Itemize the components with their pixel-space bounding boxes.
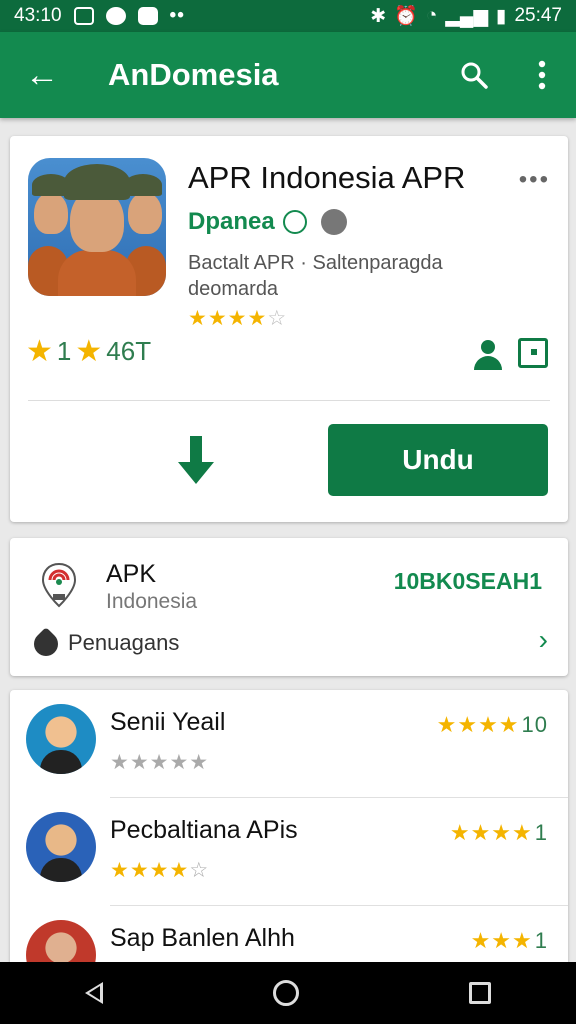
status-bar: 43:10 •• ✱ ⏰ ◔ ▂▄▆ ▮ 25:47 <box>0 0 576 32</box>
chevron-right-icon[interactable]: › <box>539 624 548 656</box>
bluetooth-icon: ✱ <box>370 5 387 27</box>
tag-icon <box>29 627 63 661</box>
notification-icon <box>105 7 126 25</box>
related-list-card: Senii Yeail ★★★★★ ★★★★10 Pecbaltiana APi… <box>10 690 568 980</box>
developer-name: Dpanea <box>188 208 275 235</box>
list-item-rating: ★★★★1 <box>449 820 548 845</box>
overflow-menu-icon[interactable] <box>508 60 576 90</box>
list-item-stars: ★★★★★ <box>110 751 210 774</box>
list-item-name: Pecbaltiana APis <box>110 816 298 844</box>
avatar <box>26 812 96 882</box>
stars-filled: ★★★★ <box>188 307 268 330</box>
tag-label: Penuagans <box>68 630 180 655</box>
nav-recents-icon[interactable] <box>469 982 491 1004</box>
list-item-rating: ★★★1 <box>470 928 548 953</box>
avatar <box>26 704 96 774</box>
more-options-icon[interactable]: ••• <box>519 166 550 194</box>
star-icon: ★ <box>75 335 103 368</box>
system-nav-bar <box>0 962 576 1024</box>
app-star-rating: ★★★★☆ <box>188 306 287 331</box>
app-detail-card: APR Indonesia APR ••• Dpanea Bactalt APR… <box>10 136 568 522</box>
star-icon: ★ <box>26 335 53 368</box>
rating-value: 1 <box>56 336 72 366</box>
rating-count: 46T <box>106 336 152 366</box>
app-icon <box>28 158 166 296</box>
list-item-rating: ★★★★10 <box>436 712 548 737</box>
divider <box>28 400 550 401</box>
list-item-name: Sap Banlen Alhh <box>110 924 295 952</box>
location-pin-icon <box>41 562 77 608</box>
apk-code: 10BK0SEAH1 <box>393 568 542 594</box>
verified-badge-icon <box>282 210 307 234</box>
app-description: Bactalt APR · Saltenparagda deomarda <box>188 250 488 302</box>
app-title: APR Indonesia APR <box>188 160 466 195</box>
list-item[interactable]: Senii Yeail ★★★★★ ★★★★10 <box>10 690 568 798</box>
message-icon <box>137 7 158 25</box>
person-icon[interactable] <box>472 338 504 370</box>
desc-line-1: Bactalt APR · Saltenparagda <box>188 252 443 274</box>
status-clock: 25:47 <box>514 5 562 26</box>
developer-link[interactable]: Dpanea <box>188 208 347 236</box>
signal-icon: ▂▄▆ <box>445 5 488 27</box>
apk-title: APK <box>106 560 157 588</box>
rating-summary: ★ 1 ★ 46T <box>26 334 151 369</box>
install-button[interactable]: Undu <box>328 424 548 496</box>
wifi-icon: ◔ <box>425 5 438 26</box>
desc-line-2: deomarda <box>188 278 279 300</box>
page-title: AnDomesia <box>108 57 279 92</box>
list-item[interactable]: Pecbaltiana APis ★★★★☆ ★★★★1 <box>10 798 568 906</box>
gallery-icon <box>73 7 94 25</box>
apk-subtitle: Indonesia <box>106 590 198 613</box>
status-time: 43:10 <box>14 5 62 26</box>
nav-home-icon[interactable] <box>273 980 299 1006</box>
alarm-icon: ⏰ <box>394 6 418 27</box>
download-arrow-icon[interactable] <box>174 434 218 486</box>
share-icon[interactable] <box>320 209 347 235</box>
content-rating-icons <box>472 338 548 370</box>
nav-back-icon[interactable] <box>85 982 103 1004</box>
more-notifications-icon: •• <box>169 5 185 26</box>
list-item-stars: ★★★★☆ <box>110 859 210 882</box>
rated-box-icon[interactable] <box>518 338 548 368</box>
apk-info-card[interactable]: APK Indonesia 10BK0SEAH1 Penuagans › <box>10 538 568 676</box>
battery-icon: ▮ <box>495 5 507 27</box>
list-item-name: Senii Yeail <box>110 708 226 736</box>
app-bar: ← AnDomesia <box>0 32 576 118</box>
stars-empty: ☆ <box>267 307 288 330</box>
search-icon[interactable] <box>440 60 508 90</box>
back-arrow-icon[interactable]: ← <box>0 56 84 95</box>
